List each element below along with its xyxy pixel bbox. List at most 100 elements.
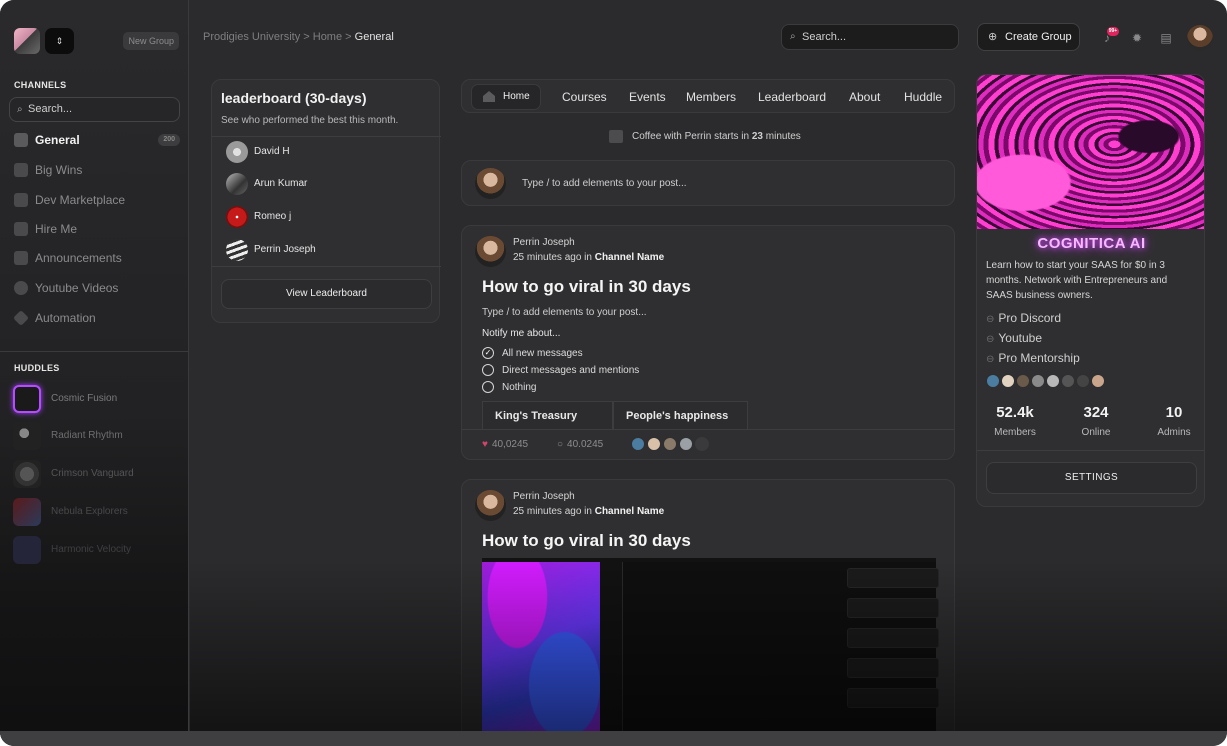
sidebar-item-announcements[interactable]: Announcements: [14, 247, 182, 269]
app-screenshot: [622, 562, 939, 738]
post-meta: 25 minutes ago in Channel Name: [513, 252, 665, 263]
like-button[interactable]: ♥ 40,0245: [482, 439, 528, 450]
search-icon: ⌕: [790, 31, 796, 42]
group-description: Learn how to start your SAAS for $0 in 3…: [986, 260, 1168, 301]
avatar: [631, 437, 645, 451]
avatar: [679, 437, 693, 451]
sidebar-item-hire-me[interactable]: Hire Me: [14, 218, 182, 240]
avatar: [695, 437, 709, 451]
group-link[interactable]: ⊖ Youtube: [986, 331, 1042, 345]
breadcrumb-item[interactable]: Prodigies University: [203, 31, 300, 43]
post-title: How to go viral in 30 days: [482, 277, 691, 296]
avatar[interactable]: [475, 236, 506, 267]
divider: [212, 136, 441, 137]
divider: [977, 450, 1204, 451]
sidebar-item-youtube-videos[interactable]: Youtube Videos: [14, 277, 182, 299]
search-input[interactable]: ⌕ Search...: [781, 24, 959, 50]
avatar: [1031, 374, 1045, 388]
leaderboard-member[interactable]: David H: [226, 141, 426, 163]
post-card: Perrin Joseph 25 minutes ago in Channel …: [461, 225, 955, 460]
comment-button[interactable]: ○ 40.0245: [557, 439, 603, 450]
post-author[interactable]: Perrin Joseph: [513, 491, 575, 502]
tab-members[interactable]: Members: [686, 90, 736, 104]
avatar: [663, 437, 677, 451]
chevron-updown-icon: ⇕: [55, 36, 64, 46]
view-leaderboard-button[interactable]: View Leaderboard: [221, 279, 432, 309]
post-meta: 25 minutes ago in Channel Name: [513, 506, 665, 517]
leaderboard-subtitle: See who performed the best this month.: [221, 115, 399, 126]
huddle-item-radiant-rhythm[interactable]: Radiant Rhythm: [13, 422, 183, 450]
new-group-button[interactable]: New Group: [123, 32, 179, 50]
sidebar-item-general[interactable]: General 200: [14, 129, 182, 151]
tab-peoples-happiness[interactable]: People's happiness: [613, 401, 748, 430]
post-card: Perrin Joseph 25 minutes ago in Channel …: [461, 479, 955, 739]
link-icon: ⊖: [986, 334, 995, 345]
group-link[interactable]: ⊖ Pro Discord: [986, 311, 1061, 325]
channel-link[interactable]: Channel Name: [595, 506, 664, 517]
avatar: [226, 173, 248, 195]
group-link[interactable]: ⊖ Pro Mentorship: [986, 351, 1080, 365]
gradient-artwork: [482, 562, 600, 738]
huddle-item-harmonic-velocity[interactable]: Harmonic Velocity: [13, 536, 183, 564]
check-icon: ✓: [482, 347, 494, 359]
create-group-button[interactable]: ⊕ Create Group: [977, 23, 1080, 51]
avatar: [1016, 374, 1030, 388]
stat-online: 324 Online: [1081, 404, 1111, 438]
avatar[interactable]: [475, 490, 506, 521]
settings-button[interactable]: SETTINGS: [986, 462, 1197, 494]
sidebar-search-input[interactable]: ⌕ Search...: [9, 97, 180, 122]
tab-courses[interactable]: Courses: [562, 90, 607, 104]
sidebar-item-dev-marketplace[interactable]: Dev Marketplace: [14, 189, 182, 211]
radio-icon: [482, 364, 494, 376]
workflow-block: [847, 688, 939, 708]
stat-admins: 10 Admins: [1157, 404, 1191, 438]
post-title: How to go viral in 30 days: [482, 531, 691, 550]
sidebar-item-automation[interactable]: Automation: [13, 307, 182, 329]
huddle-item-crimson-vanguard[interactable]: Crimson Vanguard: [13, 460, 183, 488]
tab-about[interactable]: About: [849, 90, 880, 104]
sidebar-item-big-wins[interactable]: Big Wins: [14, 159, 182, 181]
leaderboard-member[interactable]: Perrin Joseph: [226, 239, 426, 261]
workflow-block: [847, 598, 939, 618]
huddle-avatar: [13, 385, 41, 413]
post-author[interactable]: Perrin Joseph: [513, 237, 575, 248]
huddle-item-nebula-explorers[interactable]: Nebula Explorers: [13, 498, 183, 526]
leaderboard-title: leaderboard (30-days): [221, 90, 367, 106]
leaderboard-member[interactable]: Romeo j: [226, 206, 426, 228]
chat-icon[interactable]: ▤: [1159, 31, 1173, 45]
play-icon: [14, 281, 28, 295]
tab-leaderboard[interactable]: Leaderboard: [758, 90, 826, 104]
huddle-avatar: [13, 498, 41, 526]
post-composer[interactable]: Type / to add elements to your post...: [461, 160, 955, 206]
post-body: Type / to add elements to your post...: [482, 307, 647, 318]
tab-home[interactable]: Home: [471, 84, 541, 110]
gear-icon[interactable]: ✹: [1130, 31, 1144, 45]
tab-huddle[interactable]: Huddle: [904, 90, 942, 104]
avatar: [986, 374, 1000, 388]
sidebar-header: ⇕ New Group: [14, 28, 179, 54]
avatar: [475, 168, 506, 199]
huddle-avatar: [13, 536, 41, 564]
user-avatar[interactable]: [1187, 25, 1213, 51]
tab-events[interactable]: Events: [629, 90, 666, 104]
avatar: [226, 141, 248, 163]
channels-title: CHANNELS: [14, 80, 67, 90]
unread-count-badge: 200: [158, 134, 180, 146]
group-switcher-button[interactable]: ⇕: [45, 28, 74, 54]
huddle-item-cosmic-fusion[interactable]: Cosmic Fusion: [13, 385, 183, 413]
heart-icon: ♥: [482, 439, 488, 450]
post-image[interactable]: [482, 558, 939, 738]
avatar: [1091, 374, 1105, 388]
breadcrumb-item[interactable]: Home: [313, 31, 342, 43]
composer-placeholder: Type / to add elements to your post...: [522, 178, 687, 189]
group-logo[interactable]: [14, 28, 40, 54]
notify-label: Notify me about...: [482, 328, 561, 339]
stat-members: 52.4k Members: [994, 404, 1036, 438]
home-icon: [483, 91, 495, 102]
radio-icon: [482, 381, 494, 393]
automation-icon: [13, 310, 29, 326]
huddle-avatar: [13, 422, 41, 450]
channel-link[interactable]: Channel Name: [595, 252, 664, 263]
leaderboard-member[interactable]: Arun Kumar: [226, 173, 426, 195]
tab-kings-treasury[interactable]: King's Treasury: [482, 401, 613, 430]
